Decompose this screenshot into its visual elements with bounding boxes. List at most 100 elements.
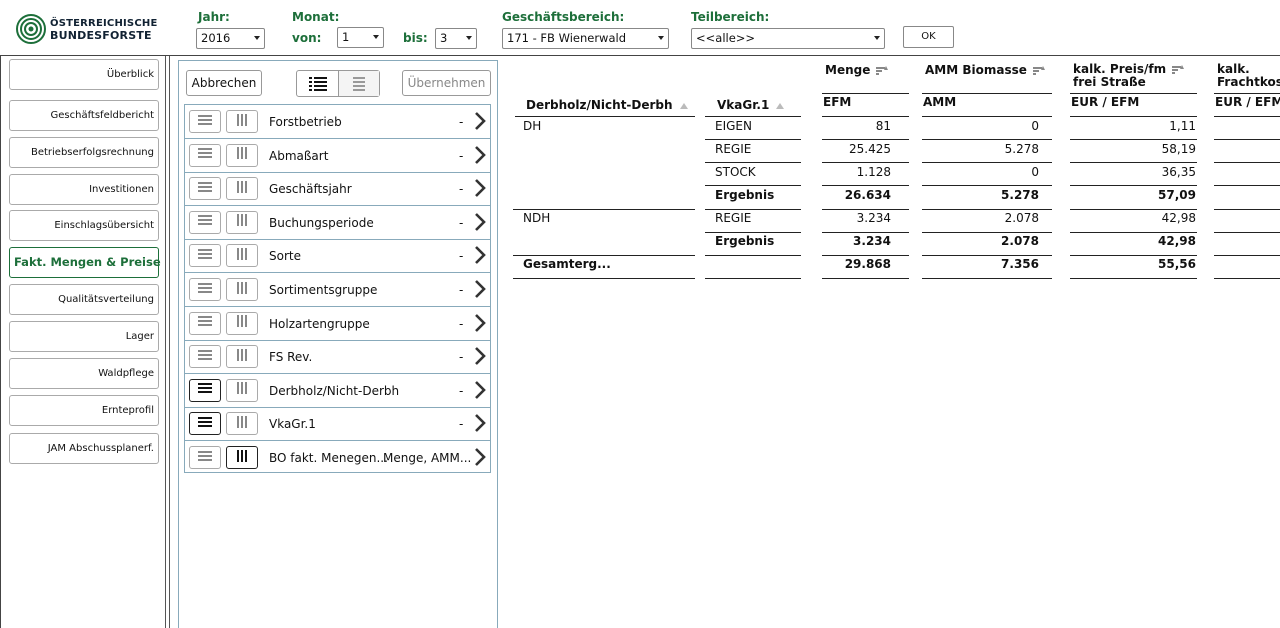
add-to-rows-button[interactable]: [189, 278, 221, 301]
add-to-columns-button[interactable]: [226, 177, 258, 201]
divider: [705, 139, 1280, 140]
year-value: 2016: [201, 31, 231, 45]
add-to-rows-button[interactable]: [189, 446, 221, 469]
add-to-columns-button[interactable]: [226, 110, 258, 133]
chevron-right-icon[interactable]: [473, 447, 487, 471]
table-cell: 5.278: [1004, 142, 1039, 156]
dimension-value: -: [459, 215, 464, 230]
add-to-rows-button[interactable]: [189, 412, 221, 436]
dimension-row: Sortimentsgruppe -: [185, 273, 490, 307]
dimension-list: Forstbetrieb - Abmaßart - Geschäftsjahr - Buch…: [184, 104, 491, 473]
row-header-vkagr[interactable]: VkaGr.1: [717, 98, 785, 112]
nav-item-waldpflege[interactable]: Waldpflege: [9, 358, 159, 389]
add-to-rows-button[interactable]: [189, 378, 221, 402]
month-from-label: von:: [292, 31, 322, 45]
measure-header[interactable]: kalk.Frachtkost: [1217, 63, 1280, 89]
cancel-button[interactable]: Abbrechen: [186, 70, 262, 96]
separator-gap: [801, 184, 822, 187]
chevron-right-icon[interactable]: [473, 245, 487, 269]
separator-gap: [909, 277, 922, 280]
row-key-label: STOCK: [715, 165, 756, 179]
chevron-right-icon[interactable]: [473, 279, 487, 303]
year-select[interactable]: 2016: [196, 28, 265, 49]
chevron-right-icon[interactable]: [473, 212, 487, 236]
list-view-button[interactable]: [297, 71, 339, 96]
nav-item-einschlagsuebersicht[interactable]: Einschlagsübersicht: [9, 210, 159, 241]
rows-icon: [198, 349, 212, 365]
dimension-value: -: [459, 148, 464, 163]
rows-icon: [198, 382, 212, 398]
chevron-right-icon[interactable]: [473, 145, 487, 169]
columns-icon: [236, 281, 248, 298]
rows-icon: [198, 315, 212, 331]
row-key-label: Ergebnis: [715, 234, 775, 248]
subarea-value: <<alle>>: [696, 31, 756, 45]
sort-icon[interactable]: [876, 65, 889, 76]
add-to-columns-button[interactable]: [226, 446, 258, 469]
add-to-columns-button[interactable]: [226, 143, 258, 167]
separator-gap: [695, 277, 705, 280]
sort-icon[interactable]: [679, 102, 689, 110]
row-key-label: Ergebnis: [715, 188, 775, 202]
nav-item-investitionen[interactable]: Investitionen: [9, 174, 159, 205]
dropdown-caret-icon: [874, 36, 880, 40]
separator-gap: [909, 115, 922, 118]
dimension-row: Geschäftsjahr -: [185, 172, 490, 207]
nav-item-geschaeftsfeldbericht[interactable]: Geschäftsfeldbericht: [9, 100, 159, 131]
nav-item-jam-abschussplanerf[interactable]: JAM Abschussplanerf.: [9, 433, 159, 464]
nav-item-betriebserfolgsrechnung[interactable]: Betriebserfolgsrechnung: [9, 137, 159, 168]
chevron-right-icon[interactable]: [473, 178, 487, 202]
add-to-rows-button[interactable]: [189, 311, 221, 335]
measure-header[interactable]: kalk. Preis/fm frei Straße: [1073, 63, 1185, 89]
add-to-rows-button[interactable]: [189, 110, 221, 133]
nav-item-lager[interactable]: Lager: [9, 321, 159, 352]
measure-header[interactable]: Menge: [825, 63, 889, 77]
add-to-columns-button[interactable]: [226, 412, 258, 436]
add-to-rows-button[interactable]: [189, 345, 221, 369]
month-to-select[interactable]: 3: [435, 28, 477, 49]
row-header-derbholz[interactable]: Derbholz/Nicht-Derbh: [526, 98, 689, 112]
separator-gap: [695, 231, 705, 234]
business-select[interactable]: 171 - FB Wienerwald: [502, 28, 669, 49]
add-to-columns-button[interactable]: [226, 210, 258, 234]
add-to-rows-button[interactable]: [189, 177, 221, 201]
view-toggle: [296, 70, 380, 97]
chevron-right-icon[interactable]: [473, 111, 487, 135]
nav-item-qualitaetsverteilung[interactable]: Qualitätsverteilung: [9, 284, 159, 315]
separator-gap: [801, 138, 822, 141]
add-to-columns-button[interactable]: [226, 378, 258, 402]
apply-button[interactable]: Übernehmen: [402, 70, 491, 96]
subarea-select[interactable]: <<alle>>: [691, 28, 885, 49]
table-cell: 29.868: [844, 257, 891, 271]
dropdown-caret-icon: [658, 36, 664, 40]
dropdown-caret-icon: [254, 36, 260, 40]
nav-item-ueberblick[interactable]: Überblick: [9, 59, 159, 90]
row-group-label: NDH: [523, 211, 551, 225]
chevron-right-icon[interactable]: [473, 413, 487, 437]
add-to-rows-button[interactable]: [189, 210, 221, 234]
nav-item-fakt-mengen-preise[interactable]: Fakt. Mengen & Preise: [9, 247, 161, 278]
separator-gap: [1052, 254, 1070, 257]
add-to-columns-button[interactable]: [226, 311, 258, 335]
separator-gap: [1197, 161, 1214, 164]
add-to-columns-button[interactable]: [226, 244, 258, 268]
add-to-columns-button[interactable]: [226, 345, 258, 369]
table-view-button[interactable]: [339, 71, 379, 96]
chevron-right-icon[interactable]: [473, 380, 487, 404]
ok-button[interactable]: OK: [903, 26, 954, 48]
add-to-rows-button[interactable]: [189, 143, 221, 167]
table-cell: 2.078: [1004, 211, 1039, 225]
add-to-rows-button[interactable]: [189, 244, 221, 268]
divider: [705, 185, 1280, 186]
nav-item-ernteprofil[interactable]: Ernteprofil: [9, 395, 159, 426]
sort-icon[interactable]: [775, 102, 785, 110]
separator-gap: [695, 254, 705, 257]
sort-icon[interactable]: [1172, 64, 1185, 75]
chevron-right-icon[interactable]: [473, 346, 487, 370]
unit-label: EUR / EFM: [1071, 95, 1140, 109]
measure-header[interactable]: AMM Biomasse: [925, 63, 1045, 77]
add-to-columns-button[interactable]: [226, 278, 258, 301]
sort-icon[interactable]: [1032, 65, 1045, 76]
chevron-right-icon[interactable]: [473, 313, 487, 337]
month-from-select[interactable]: 1: [337, 27, 384, 48]
